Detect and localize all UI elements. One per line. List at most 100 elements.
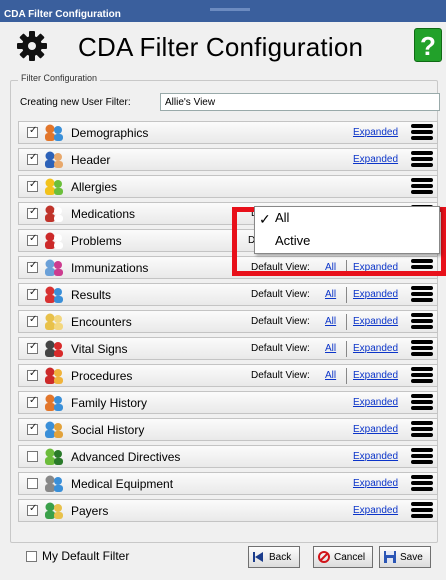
results-icon xyxy=(45,286,63,303)
drag-handle-icon[interactable] xyxy=(411,367,433,385)
section-checkbox[interactable]: ✓ xyxy=(27,125,38,138)
section-checkbox[interactable]: ✓ xyxy=(27,206,38,219)
expanded-link[interactable]: Expanded xyxy=(353,154,398,165)
check-mark: ✓ xyxy=(29,260,38,271)
drag-handle-icon[interactable] xyxy=(411,448,433,466)
section-checkbox[interactable]: ✓ xyxy=(27,260,38,273)
section-label: Procedures xyxy=(71,369,133,383)
cancel-button[interactable]: Cancel xyxy=(313,546,373,568)
expanded-link[interactable]: Expanded xyxy=(353,451,398,462)
floppy-disk-icon xyxy=(384,551,396,563)
section-checkbox[interactable]: ✓ xyxy=(27,341,38,354)
drag-handle-icon[interactable] xyxy=(411,421,433,439)
filter-row[interactable]: ✓ Results Default View: All Expanded xyxy=(18,283,438,306)
drag-handle-icon[interactable] xyxy=(411,502,433,520)
default-view-link[interactable]: All xyxy=(325,316,336,327)
section-checkbox[interactable]: ✓ xyxy=(27,152,38,165)
section-checkbox[interactable]: ✓ xyxy=(27,395,38,408)
rx-icon xyxy=(45,205,63,222)
drag-handle-icon[interactable] xyxy=(411,340,433,358)
separator xyxy=(346,341,347,357)
separator xyxy=(346,368,347,384)
drag-handle-icon[interactable] xyxy=(411,475,433,493)
default-view-link[interactable]: All xyxy=(325,289,336,300)
expanded-link[interactable]: Expanded xyxy=(353,316,398,327)
drag-handle-icon[interactable] xyxy=(411,124,433,142)
section-checkbox[interactable]: ✓ xyxy=(27,179,38,192)
default-view-link[interactable]: All xyxy=(325,370,336,381)
page-header: CDA Filter Configuration ? xyxy=(0,22,446,68)
filter-row[interactable]: Advanced Directives Expanded xyxy=(18,445,438,468)
expanded-link[interactable]: Expanded xyxy=(353,424,398,435)
filter-name-input[interactable] xyxy=(160,93,440,111)
folder-icon xyxy=(45,313,63,330)
section-label: Allergies xyxy=(71,180,118,194)
check-mark: ✓ xyxy=(29,422,38,433)
filter-row[interactable]: Medical Equipment Expanded xyxy=(18,472,438,495)
filter-row[interactable]: ✓ Allergies xyxy=(18,175,438,198)
default-view-link[interactable]: All xyxy=(325,343,336,354)
section-checkbox[interactable]: ✓ xyxy=(27,233,38,246)
payers-icon xyxy=(45,502,63,519)
section-label: Advanced Directives xyxy=(71,450,181,464)
drag-handle-icon[interactable] xyxy=(411,394,433,412)
check-mark: ✓ xyxy=(29,179,38,190)
section-checkbox[interactable] xyxy=(27,478,38,489)
window-titlebar: CDA Filter Configuration xyxy=(0,0,446,22)
checkmark-icon: ✓ xyxy=(259,211,271,227)
expanded-link[interactable]: Expanded xyxy=(353,505,398,516)
check-mark: ✓ xyxy=(29,341,38,352)
expanded-link[interactable]: Expanded xyxy=(353,370,398,381)
filter-row[interactable]: ✓ Procedures Default View: All Expanded xyxy=(18,364,438,387)
dropdown-option-active[interactable]: Active xyxy=(275,233,310,248)
problem-icon xyxy=(45,232,63,249)
check-mark: ✓ xyxy=(29,314,38,325)
expanded-link[interactable]: Expanded xyxy=(353,397,398,408)
default-view-label: Default View: xyxy=(251,316,310,327)
filter-row[interactable]: ✓ Encounters Default View: All Expanded xyxy=(18,310,438,333)
section-checkbox[interactable]: ✓ xyxy=(27,314,38,327)
expanded-link[interactable]: Expanded xyxy=(353,127,398,138)
section-checkbox[interactable]: ✓ xyxy=(27,422,38,435)
drag-handle-icon[interactable] xyxy=(411,151,433,169)
check-mark: ✓ xyxy=(29,395,38,406)
page-title: CDA Filter Configuration xyxy=(78,32,364,62)
expanded-link[interactable]: Expanded xyxy=(353,343,398,354)
dropdown-option-all[interactable]: All xyxy=(275,210,289,225)
save-button[interactable]: Save xyxy=(379,546,431,568)
expanded-link[interactable]: Expanded xyxy=(353,478,398,489)
expanded-link[interactable]: Expanded xyxy=(353,289,398,300)
default-view-label: Default View: xyxy=(251,343,310,354)
section-label: Problems xyxy=(71,234,122,248)
filter-row[interactable]: ✓ Demographics Expanded xyxy=(18,121,438,144)
procedure-icon xyxy=(45,367,63,384)
filter-row[interactable]: ✓ Header Expanded xyxy=(18,148,438,171)
syringe-icon xyxy=(45,259,63,276)
filter-row[interactable]: ✓ Family History Expanded xyxy=(18,391,438,414)
help-button[interactable]: ? xyxy=(414,28,442,62)
section-checkbox[interactable]: ✓ xyxy=(27,287,38,300)
people-icon xyxy=(45,124,63,141)
check-mark: ✓ xyxy=(29,206,38,217)
social-icon xyxy=(45,421,63,438)
check-mark: ✓ xyxy=(29,287,38,298)
section-checkbox[interactable]: ✓ xyxy=(27,368,38,381)
check-mark: ✓ xyxy=(29,125,38,136)
gear-icon[interactable] xyxy=(16,30,48,62)
drag-handle-icon[interactable] xyxy=(411,178,433,196)
filter-row[interactable]: ✓ Social History Expanded xyxy=(18,418,438,441)
check-mark: ✓ xyxy=(29,152,38,163)
drag-handle-icon[interactable] xyxy=(411,313,433,331)
section-label: Social History xyxy=(71,423,145,437)
default-filter-checkbox[interactable] xyxy=(26,551,37,562)
section-label: Demographics xyxy=(71,126,149,140)
section-checkbox[interactable] xyxy=(27,451,38,462)
section-checkbox[interactable]: ✓ xyxy=(27,503,38,516)
window-title: CDA Filter Configuration xyxy=(4,9,121,20)
filter-row[interactable]: ✓ Payers Expanded xyxy=(18,499,438,522)
default-view-dropdown[interactable]: ✓ All Active xyxy=(254,206,440,254)
back-button[interactable]: Back xyxy=(248,546,300,568)
drag-handle-icon[interactable] xyxy=(411,286,433,304)
filter-row[interactable]: ✓ Vital Signs Default View: All Expanded xyxy=(18,337,438,360)
section-label: Medications xyxy=(71,207,136,221)
